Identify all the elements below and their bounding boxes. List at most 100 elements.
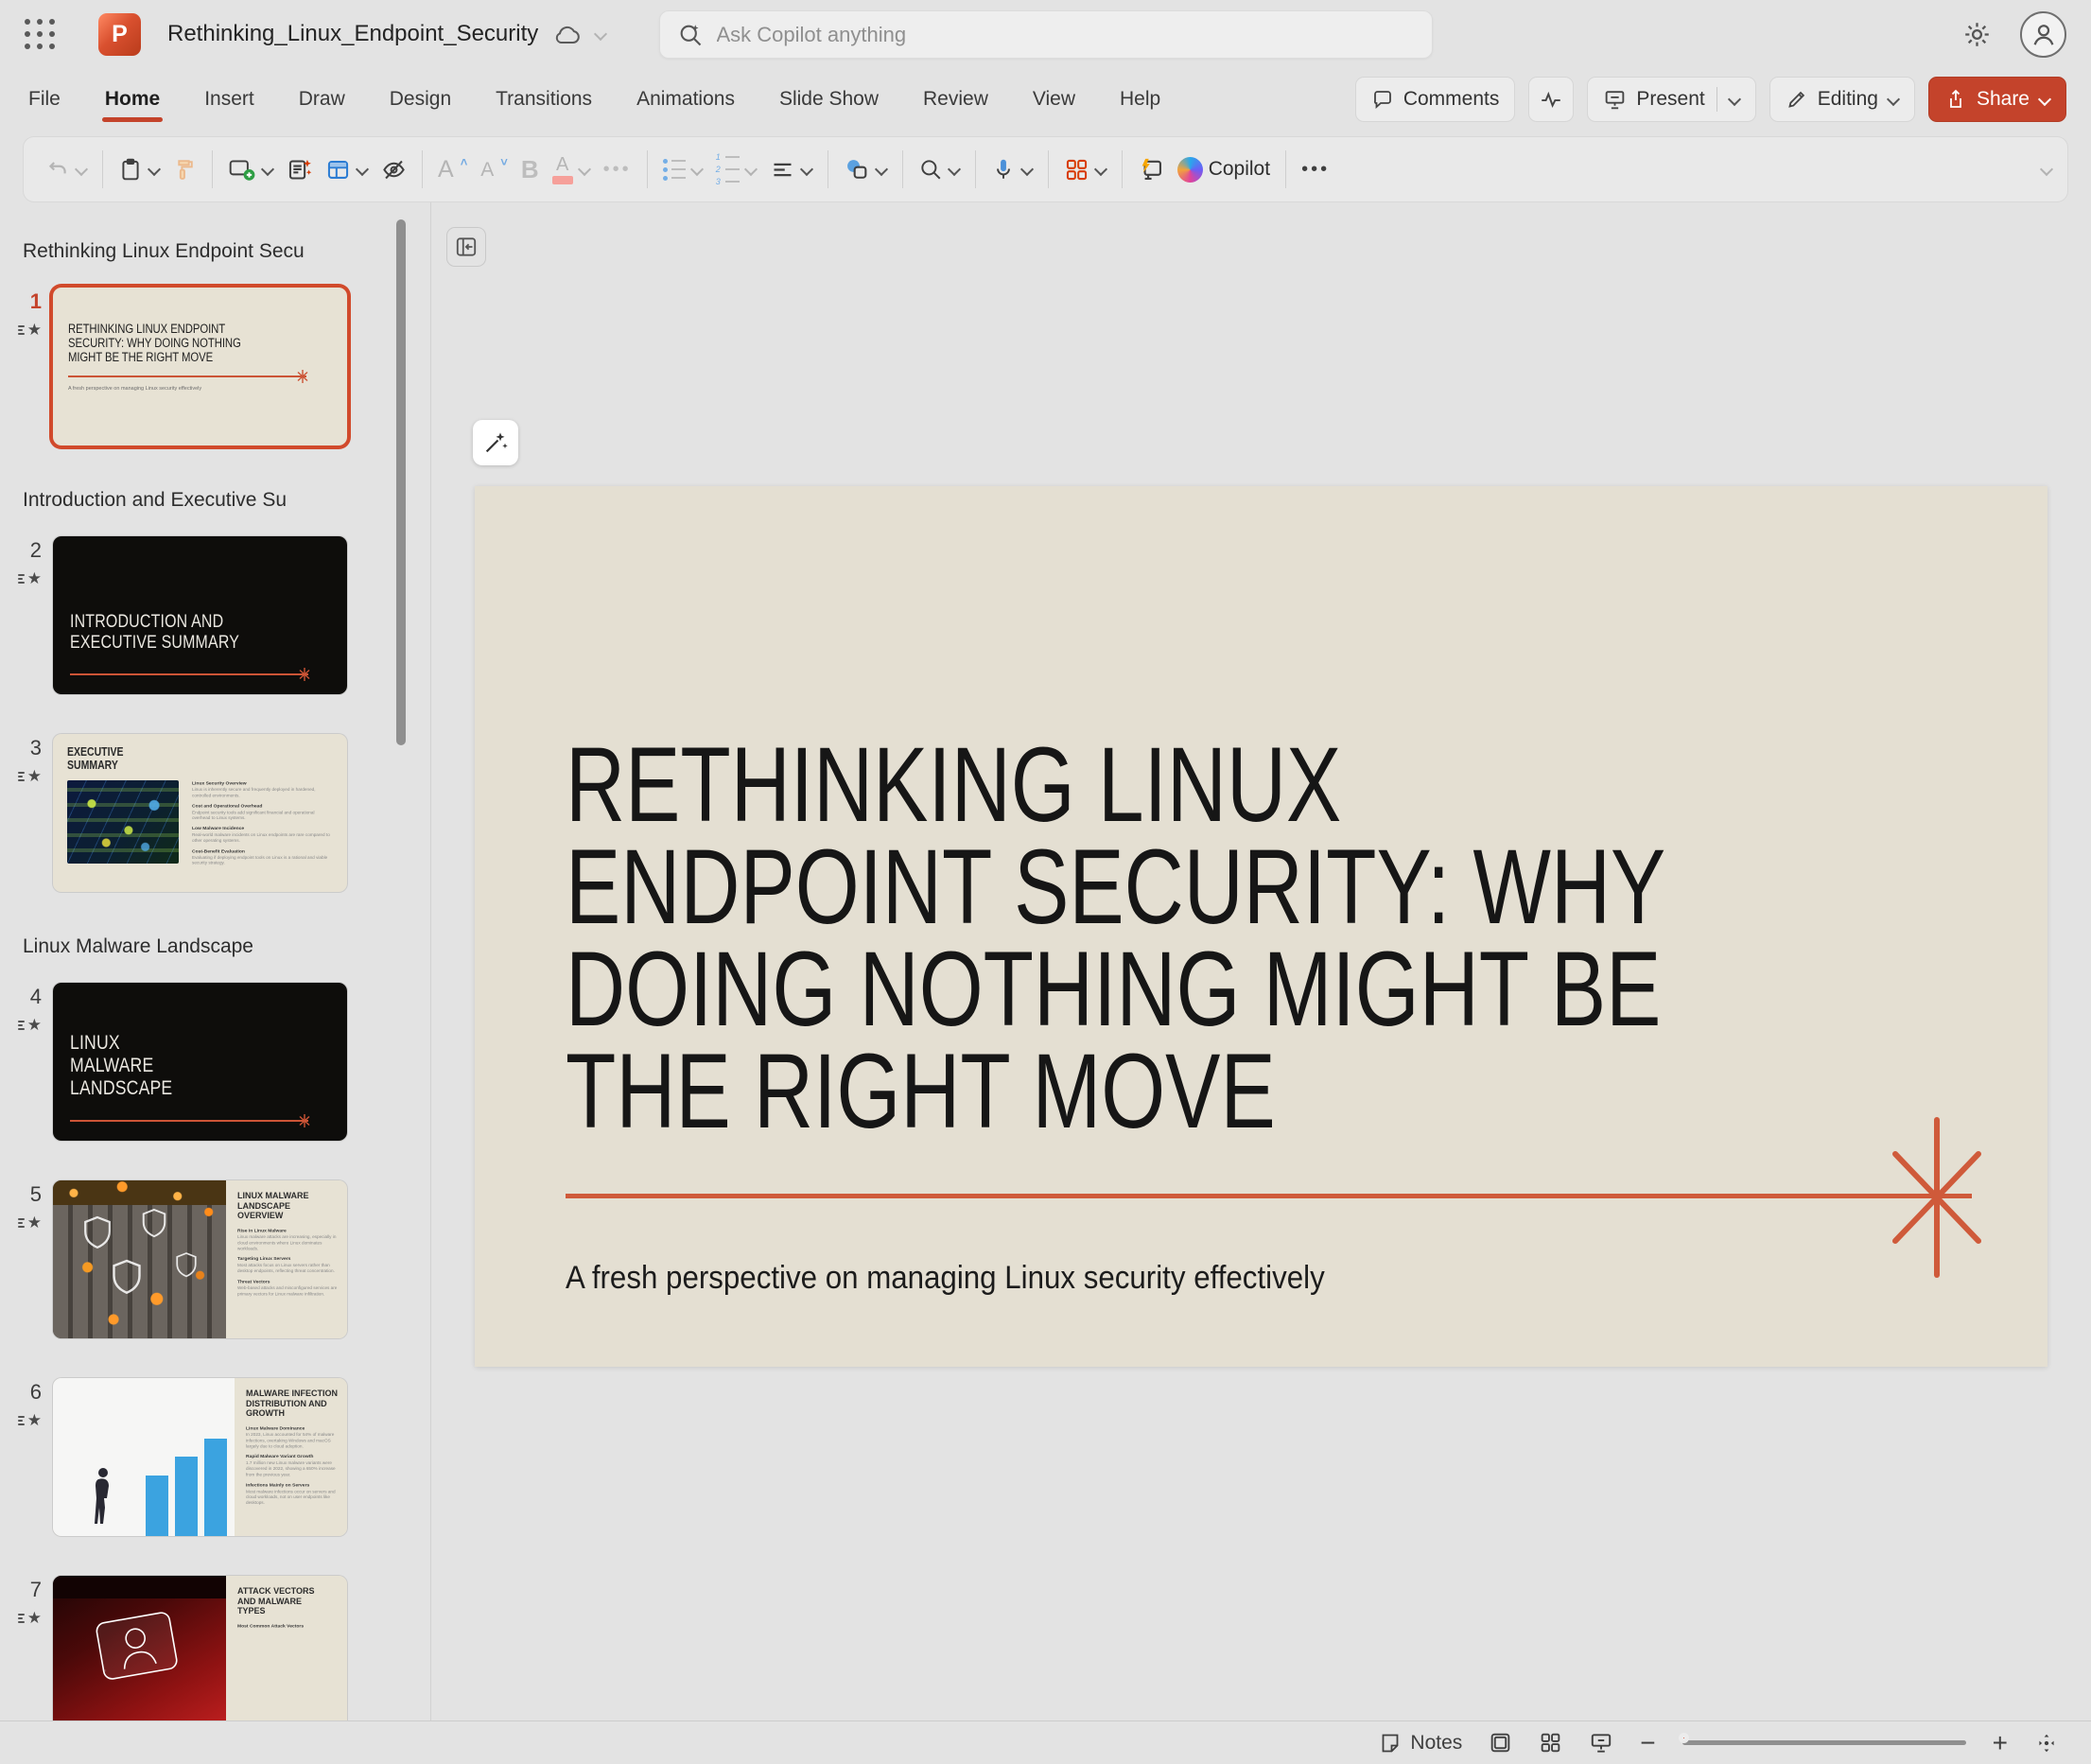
numbering-chevron-icon[interactable] <box>745 164 757 175</box>
slide-1-thumbnail[interactable]: RETHINKING LINUX ENDPOINT SECURITY: WHY … <box>53 288 347 445</box>
align-button[interactable] <box>763 148 819 191</box>
copilot-logo-icon <box>1177 157 1203 183</box>
section-header[interactable]: Linux Malware Landscape <box>23 935 390 958</box>
notes-icon <box>1379 1732 1402 1755</box>
shrink-font-button[interactable]: A˅ <box>474 148 514 191</box>
undo-chevron-icon[interactable] <box>76 164 87 175</box>
menu-tab-animations[interactable]: Animations <box>636 88 735 111</box>
designer-suggestions-button[interactable] <box>473 420 518 465</box>
slide-5-thumbnail[interactable]: LINUX MALWARE LANDSCAPE OVERVIEW Rise in… <box>53 1180 347 1338</box>
powerpoint-logo-icon[interactable]: P <box>98 13 141 56</box>
zoom-in-button[interactable]: + <box>1993 1730 2008 1756</box>
menu-tab-home[interactable]: Home <box>105 88 160 111</box>
fit-slide-to-window-button[interactable] <box>2034 1731 2059 1755</box>
slide-accent-rule[interactable] <box>566 1194 1972 1198</box>
account-avatar[interactable] <box>2020 11 2066 58</box>
editing-mode-button[interactable]: Editing <box>1769 77 1915 122</box>
shapes-button[interactable] <box>837 148 894 191</box>
slide-7-thumbnail[interactable]: ATTACK VECTORS AND MALWARE TYPES Most Co… <box>53 1576 347 1720</box>
slide-sorter-view-button[interactable] <box>1539 1731 1562 1755</box>
designer-pane-button[interactable] <box>1057 148 1113 191</box>
slide-asterisk-graphic[interactable] <box>1884 1116 1990 1279</box>
menu-tab-help[interactable]: Help <box>1120 88 1160 111</box>
normal-view-button[interactable] <box>1489 1731 1512 1755</box>
align-chevron-icon[interactable] <box>801 164 812 175</box>
section-header[interactable]: Introduction and Executive Su <box>23 489 390 512</box>
slide-4-thumbnail[interactable]: LINUX MALWARE LANDSCAPE <box>53 983 347 1141</box>
numbering-button[interactable]: 123 <box>709 148 763 191</box>
layout-icon <box>325 157 351 183</box>
hide-slide-button[interactable] <box>375 148 413 191</box>
notes-toggle-button[interactable]: Notes <box>1379 1732 1462 1755</box>
settings-gear-icon[interactable] <box>1962 20 1992 49</box>
menu-tab-draw[interactable]: Draw <box>299 88 345 111</box>
menu-tab-file[interactable]: File <box>28 88 61 111</box>
present-label: Present <box>1636 88 1704 111</box>
new-slide-button[interactable] <box>221 148 280 191</box>
activity-pulse-button[interactable] <box>1528 77 1574 122</box>
layout-button[interactable] <box>319 148 375 191</box>
font-color-chevron-icon[interactable] <box>579 164 590 175</box>
title-dropdown-chevron-icon[interactable] <box>595 28 606 40</box>
document-title[interactable]: Rethinking_Linux_Endpoint_Security <box>167 21 538 47</box>
comments-button[interactable]: Comments <box>1355 77 1516 122</box>
slide-3-thumbnail[interactable]: EXECUTIVE SUMMARY Linux Security Overvie… <box>53 734 347 892</box>
record-button[interactable] <box>1131 148 1171 191</box>
present-button[interactable]: Present <box>1587 77 1755 122</box>
menu-tab-slideshow[interactable]: Slide Show <box>779 88 879 111</box>
paste-chevron-icon[interactable] <box>148 164 160 175</box>
menu-tab-transitions[interactable]: Transitions <box>496 88 592 111</box>
designer-pane-chevron-icon[interactable] <box>1095 164 1106 175</box>
menu-tab-review[interactable]: Review <box>923 88 988 111</box>
find-button[interactable] <box>912 148 967 191</box>
menu-tab-view[interactable]: View <box>1033 88 1075 111</box>
dictate-chevron-icon[interactable] <box>1021 164 1033 175</box>
section-header[interactable]: Rethinking Linux Endpoint Secu <box>23 240 390 263</box>
grow-font-button[interactable]: A˄ <box>431 148 474 191</box>
slide-subtitle-text[interactable]: A fresh perspective on managing Linux se… <box>566 1260 1325 1297</box>
layout-chevron-icon[interactable] <box>357 164 368 175</box>
bullets-chevron-icon[interactable] <box>691 164 703 175</box>
comments-bubble-icon <box>1371 88 1394 111</box>
collapse-thumbnail-pane-button[interactable] <box>446 227 486 267</box>
editing-dropdown-chevron-icon[interactable] <box>1888 94 1899 105</box>
app-launcher-waffle-icon[interactable] <box>25 19 55 49</box>
designer-button[interactable] <box>280 148 319 191</box>
format-painter-button[interactable] <box>166 148 203 191</box>
slide-title-text[interactable]: RETHINKING LINUX ENDPOINT SECURITY: WHY … <box>566 734 2091 1143</box>
slide-thumbnail-row-1: 1 ★ RETHINKING LINUX ENDPOINT SECURITY: … <box>0 288 390 445</box>
copilot-button[interactable]: Copilot <box>1171 148 1277 191</box>
sidebar-scrollbar[interactable] <box>396 219 406 745</box>
slide-thumbnail-panel: Rethinking Linux Endpoint Secu 1 ★ RETHI… <box>0 202 430 1720</box>
format-painter-icon <box>173 158 197 182</box>
find-magnifier-icon <box>918 157 943 182</box>
collapse-ribbon-chevron-icon[interactable] <box>2041 164 2052 175</box>
copilot-search-input[interactable] <box>717 23 1415 47</box>
dictate-button[interactable] <box>985 148 1039 191</box>
more-formatting-button[interactable]: ••• <box>597 148 638 191</box>
present-dropdown-chevron-icon[interactable] <box>1729 94 1740 105</box>
share-button[interactable]: Share <box>1928 77 2066 122</box>
ribbon-overflow-button[interactable]: ••• <box>1295 148 1336 191</box>
font-color-button[interactable]: A <box>546 148 597 191</box>
slide-6-thumbnail[interactable]: MALWARE INFECTION DISTRIBUTION AND GROWT… <box>53 1378 347 1536</box>
zoom-slider[interactable] <box>1682 1740 1966 1745</box>
find-chevron-icon[interactable] <box>949 164 960 175</box>
paste-button[interactable] <box>112 148 166 191</box>
slide-canvas[interactable]: RETHINKING LINUX ENDPOINT SECURITY: WHY … <box>475 486 2047 1367</box>
slide-thumbnail-row-5: 5 ★ LINUX MALWARE LANDSC <box>0 1180 390 1338</box>
zoom-out-button[interactable]: − <box>1640 1730 1655 1756</box>
menu-tab-design[interactable]: Design <box>390 88 451 111</box>
slide-2-thumbnail[interactable]: INTRODUCTION AND EXECUTIVE SUMMARY <box>53 536 347 694</box>
slideshow-view-button[interactable] <box>1589 1731 1613 1755</box>
bold-button[interactable]: B <box>514 148 546 191</box>
copilot-search-box[interactable] <box>659 10 1433 59</box>
share-dropdown-chevron-icon[interactable] <box>2039 94 2050 105</box>
slide-indicators: ★ <box>0 1610 42 1626</box>
menu-tab-insert[interactable]: Insert <box>204 88 254 111</box>
new-slide-chevron-icon[interactable] <box>262 164 273 175</box>
shapes-chevron-icon[interactable] <box>876 164 887 175</box>
bullets-button[interactable] <box>656 148 709 191</box>
undo-button[interactable] <box>39 148 94 191</box>
zoom-slider-thumb[interactable] <box>1679 1733 1689 1743</box>
